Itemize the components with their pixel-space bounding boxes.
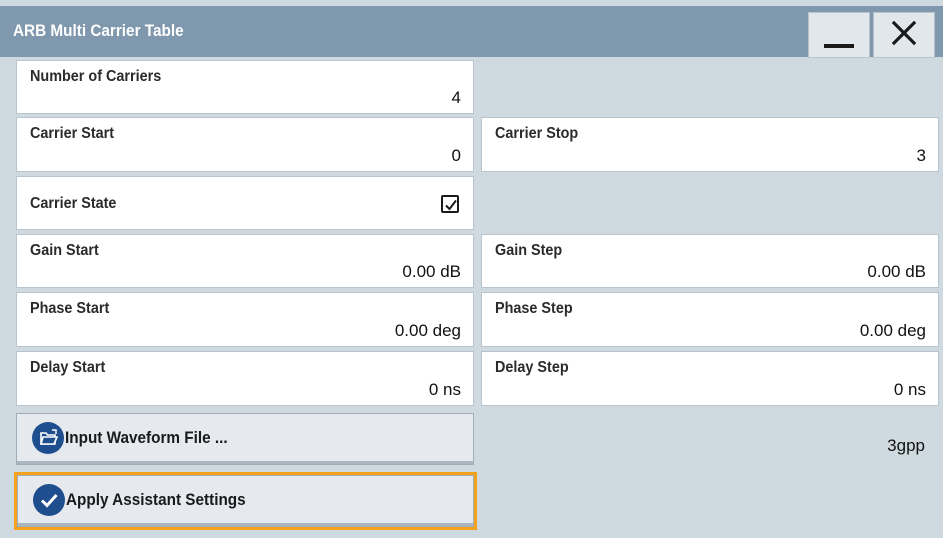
gain-step-field[interactable]: Gain Step 0.00 dB xyxy=(481,234,939,288)
close-icon xyxy=(891,20,917,51)
window-title: ARB Multi Carrier Table xyxy=(13,21,184,40)
minimize-button[interactable] xyxy=(808,12,870,58)
phase-step-label: Phase Step xyxy=(495,300,573,317)
delay-start-value: 0 ns xyxy=(428,380,461,399)
apply-assistant-settings-button[interactable]: Apply Assistant Settings xyxy=(14,472,477,530)
waveform-file-name: 3gpp xyxy=(887,436,925,455)
delay-start-field[interactable]: Delay Start 0 ns xyxy=(16,351,474,406)
phase-start-label: Phase Start xyxy=(30,300,110,317)
gain-start-label: Gain Start xyxy=(30,242,99,259)
close-button[interactable] xyxy=(873,12,935,58)
checkmark-icon xyxy=(33,484,65,516)
delay-step-value: 0 ns xyxy=(893,380,926,399)
minimize-icon xyxy=(824,44,854,48)
phase-start-value: 0.00 deg xyxy=(394,321,461,340)
carrier-state-checkbox[interactable] xyxy=(441,195,459,213)
apply-assistant-settings-label: Apply Assistant Settings xyxy=(66,490,246,509)
delay-start-label: Delay Start xyxy=(30,359,106,376)
gain-step-value: 0.00 dB xyxy=(867,262,926,281)
title-bar: ARB Multi Carrier Table xyxy=(0,6,943,58)
number-of-carriers-value: 4 xyxy=(451,88,461,107)
folder-open-icon xyxy=(32,422,64,454)
input-waveform-file-button[interactable]: Input Waveform File ... xyxy=(16,413,474,465)
delay-step-label: Delay Step xyxy=(495,359,569,376)
carrier-state-label: Carrier State xyxy=(30,195,117,212)
input-waveform-file-label: Input Waveform File ... xyxy=(65,428,228,447)
phase-step-field[interactable]: Phase Step 0.00 deg xyxy=(481,292,939,347)
carrier-start-label: Carrier Start xyxy=(30,125,115,142)
arb-multi-carrier-window: ARB Multi Carrier Table Number of Carrie… xyxy=(0,0,943,538)
carrier-start-value: 0 xyxy=(451,146,461,165)
carrier-start-field[interactable]: Carrier Start 0 xyxy=(16,117,474,172)
carrier-stop-label: Carrier Stop xyxy=(495,125,579,142)
gain-start-value: 0.00 dB xyxy=(402,262,461,281)
delay-step-field[interactable]: Delay Step 0 ns xyxy=(481,351,939,406)
number-of-carriers-field[interactable]: Number of Carriers 4 xyxy=(16,60,474,114)
phase-step-value: 0.00 deg xyxy=(859,321,926,340)
checkmark-icon xyxy=(445,199,457,211)
gain-start-field[interactable]: Gain Start 0.00 dB xyxy=(16,234,474,288)
number-of-carriers-label: Number of Carriers xyxy=(30,68,162,85)
gain-step-label: Gain Step xyxy=(495,242,563,259)
phase-start-field[interactable]: Phase Start 0.00 deg xyxy=(16,292,474,347)
carrier-stop-field[interactable]: Carrier Stop 3 xyxy=(481,117,939,172)
carrier-state-field[interactable]: Carrier State xyxy=(16,176,474,230)
carrier-stop-value: 3 xyxy=(916,146,926,165)
